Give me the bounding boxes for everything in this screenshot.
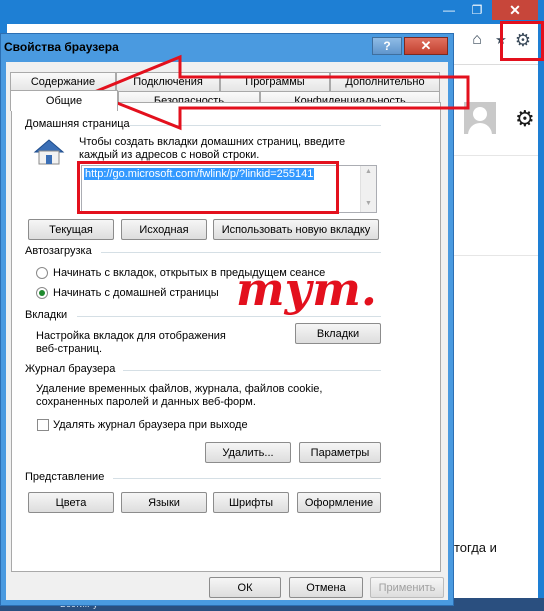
avatar[interactable] [464,102,496,134]
tab-general[interactable]: Общие [10,90,118,111]
scroll-down-icon[interactable]: ▼ [365,200,372,207]
delete-history-label[interactable]: Удалять журнал браузера при выходе [53,419,248,432]
startup-home-radio[interactable] [36,287,48,299]
restore-icon[interactable]: ❐ [464,1,490,19]
gear-highlight-box [500,21,544,61]
tabs-description-line2: веб-страниц. [36,343,103,355]
current-page-button[interactable]: Текущая [28,219,114,240]
home-page-description-line1: Чтобы создать вкладки домашних страниц, … [79,136,346,148]
group-divider [77,316,381,317]
group-divider [123,370,381,371]
startup-tabs-radio[interactable] [36,267,48,279]
use-new-tab-button[interactable]: Использовать новую вкладку [213,219,379,240]
history-description-line1: Удаление временных файлов, журнала, файл… [36,383,323,395]
home-page-heading: Домашняя страница [25,118,130,130]
browser-close-button[interactable]: ✕ [492,0,538,20]
scroll-up-icon[interactable]: ▲ [365,168,372,175]
fonts-button[interactable]: Шрифты [213,492,289,513]
history-heading: Журнал браузера [25,363,116,375]
tab-connections[interactable]: Подключения [116,72,220,91]
appearance-heading: Представление [25,471,105,483]
accessibility-button[interactable]: Оформление [297,492,381,513]
annotation-text: тут. [236,262,377,316]
url-scrollbar[interactable]: ▲ ▼ [360,166,376,212]
dialog-close-button[interactable]: ✕ [404,37,448,55]
colors-button[interactable]: Цвета [28,492,114,513]
browser-right-border [538,24,544,611]
history-description-line2: сохраненных паролей и данных веб-форм. [36,396,256,408]
startup-home-label[interactable]: Начинать с домашней страницы [53,287,219,300]
delete-history-checkbox[interactable] [37,419,49,431]
default-page-button[interactable]: Исходная [121,219,207,240]
home-icon[interactable]: ⌂ [467,30,487,50]
divider [454,255,538,256]
group-divider [129,125,381,126]
startup-heading: Автозагрузка [25,245,92,257]
tab-programs[interactable]: Программы [220,72,330,91]
group-divider [101,252,381,253]
minimize-icon[interactable]: — [436,1,462,19]
tabs-heading: Вкладки [25,309,68,321]
tab-content[interactable]: Содержание [10,72,116,91]
languages-button[interactable]: Языки [121,492,207,513]
page-text-fragment: тогда и [454,540,497,555]
internet-options-dialog: Свойства браузера ? ✕ Содержание Подключ… [0,33,454,606]
divider [454,155,538,156]
browser-titlebar [0,0,544,24]
delete-history-button[interactable]: Удалить... [205,442,291,463]
dialog-title: Свойства браузера [4,40,119,54]
url-highlight-box [77,161,339,214]
history-settings-button[interactable]: Параметры [299,442,381,463]
divider [454,64,538,65]
help-button[interactable]: ? [372,37,402,55]
house-icon [33,139,65,165]
ok-button[interactable]: ОК [209,577,281,598]
apply-button[interactable]: Применить [370,577,444,598]
settings-gear-icon[interactable]: ⚙ [515,106,535,132]
cancel-button[interactable]: Отмена [289,577,363,598]
tab-advanced[interactable]: Дополнительно [330,72,440,91]
tabs-description-line1: Настройка вкладок для отображения [36,330,226,342]
tabs-settings-button[interactable]: Вкладки [295,323,381,344]
group-divider [113,478,381,479]
